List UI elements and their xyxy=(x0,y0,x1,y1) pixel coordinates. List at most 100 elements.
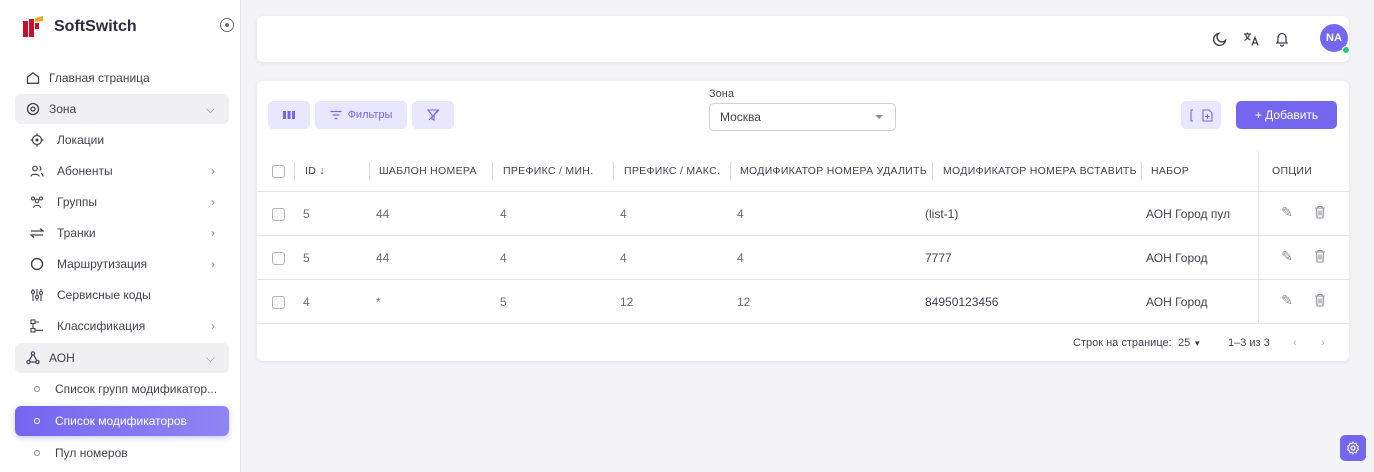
theme-toggle-icon[interactable] xyxy=(1211,30,1229,48)
add-button-label: + Добавить xyxy=(1254,108,1319,122)
hierarchy-icon xyxy=(29,318,45,334)
prev-page-icon[interactable]: ‹ xyxy=(1293,337,1297,349)
edit-icon[interactable]: ✎ xyxy=(1279,248,1295,264)
cell-modifier-delete: 12 xyxy=(737,295,751,309)
edit-icon[interactable]: ✎ xyxy=(1279,204,1295,220)
sidebar-item-subscribers[interactable]: Абоненты › xyxy=(15,156,229,186)
sidebar-item-label: Группы xyxy=(57,195,97,209)
sidebar-item-home[interactable]: Главная страница xyxy=(15,63,229,93)
import-button[interactable] xyxy=(1193,101,1221,129)
softswitch-logo-icon xyxy=(23,16,43,37)
sidebar-item-routing[interactable]: Маршрутизация › xyxy=(15,249,229,279)
edit-icon[interactable]: ✎ xyxy=(1279,292,1295,308)
sliders-icon xyxy=(29,287,45,303)
filters-button[interactable]: Фильтры xyxy=(315,101,407,129)
sidebar-item-label: Локации xyxy=(57,133,105,147)
cell-modifier-insert: 7777 xyxy=(925,251,952,265)
cell-template: 44 xyxy=(376,207,390,221)
cell-id: 4 xyxy=(303,295,310,309)
column-header-template[interactable]: ШАБЛОН НОМЕРА xyxy=(379,165,477,177)
rows-per-page-label: Строк на странице: xyxy=(1073,337,1172,349)
sidebar-item-service-codes[interactable]: Сервисные коды xyxy=(15,280,229,310)
zone-select[interactable]: Москва xyxy=(709,103,896,131)
trash-icon[interactable] xyxy=(1312,248,1328,264)
cell-modifier-delete: 4 xyxy=(737,251,744,265)
options-column-divider xyxy=(1258,236,1259,279)
cell-template: * xyxy=(376,295,381,309)
filters-label: Фильтры xyxy=(347,109,393,121)
table-row[interactable]: 5 44 4 4 4 (list-1) АОН Город пул ✎ xyxy=(257,192,1349,236)
cell-prefix-max: 4 xyxy=(620,207,627,221)
column-header-options: ОПЦИИ xyxy=(1272,165,1313,177)
sidebar-item-label: Список групп модификатор... xyxy=(55,382,218,396)
sidebar-item-trunks[interactable]: Транки › xyxy=(15,218,229,248)
cell-modifier-delete: 4 xyxy=(737,207,744,221)
sidebar-item-locations[interactable]: Локации xyxy=(15,125,229,155)
cell-id: 5 xyxy=(303,251,310,265)
row-checkbox[interactable] xyxy=(272,296,285,309)
clear-filters-button[interactable] xyxy=(412,101,454,129)
cell-id: 5 xyxy=(303,207,310,221)
column-header-modifier-delete[interactable]: МОДИФИКАТОР НОМЕРА УДАЛИТЬ xyxy=(740,165,927,177)
column-separator xyxy=(613,162,614,180)
add-button[interactable]: + Добавить xyxy=(1236,101,1337,129)
location-pin-icon xyxy=(25,101,41,117)
bell-icon[interactable] xyxy=(1273,30,1291,48)
cell-prefix-min: 4 xyxy=(500,251,507,265)
settings-gear-icon[interactable] xyxy=(1340,435,1366,461)
columns-button[interactable] xyxy=(268,101,310,129)
row-checkbox[interactable] xyxy=(272,252,285,265)
brand[interactable]: SoftSwitch xyxy=(22,14,137,40)
options-column-divider xyxy=(1258,192,1259,235)
cell-prefix-min: 4 xyxy=(500,207,507,221)
rows-per-page-value: 25 xyxy=(1178,337,1191,349)
next-page-icon[interactable]: › xyxy=(1321,337,1325,349)
home-icon xyxy=(25,70,41,86)
column-header-set[interactable]: НАБОР xyxy=(1151,165,1189,177)
column-header-prefix-max[interactable]: ПРЕФИКС / МАКС. xyxy=(624,165,720,177)
sidebar-item-zone[interactable]: Зона ⌵ xyxy=(15,94,229,124)
pagination: Строк на странице: 25 ▼ 1–3 из 3 ‹ › xyxy=(257,324,1349,361)
sidebar-item-label: Классификация xyxy=(57,319,146,333)
table-row[interactable]: 5 44 4 4 4 7777 АОН Город ✎ xyxy=(257,236,1349,280)
sort-arrow-down-icon: ↓ xyxy=(319,165,325,177)
pagination-range: 1–3 из 3 xyxy=(1228,337,1270,349)
select-all-checkbox[interactable] xyxy=(272,165,285,178)
column-separator xyxy=(1141,162,1142,180)
brand-name: SoftSwitch xyxy=(54,18,137,35)
rows-per-page-select[interactable]: 25 ▼ xyxy=(1178,337,1201,349)
cell-set: АОН Город пул xyxy=(1146,207,1231,221)
online-status-dot xyxy=(1342,46,1350,54)
bullet-icon xyxy=(29,413,45,429)
file-plus-icon xyxy=(1201,108,1213,122)
translate-icon[interactable] xyxy=(1242,30,1260,48)
trash-icon[interactable] xyxy=(1312,204,1328,220)
sidebar-item-label: Маршрутизация xyxy=(57,257,148,271)
caret-down-icon xyxy=(875,115,883,119)
sidebar-item-groups[interactable]: Группы › xyxy=(15,187,229,217)
chevron-right-icon: › xyxy=(211,195,215,209)
sidebar-collapse-icon[interactable] xyxy=(220,18,234,32)
trash-icon[interactable] xyxy=(1312,292,1328,308)
column-header-modifier-insert[interactable]: МОДИФИКАТОР НОМЕРА ВСТАВИТЬ xyxy=(943,165,1137,177)
sidebar-item-modifier-groups[interactable]: Список групп модификатор... xyxy=(15,374,229,404)
sidebar-item-number-pool[interactable]: Пул номеров xyxy=(15,438,229,468)
zone-select-value: Москва xyxy=(720,110,761,124)
table-row[interactable]: 4 * 5 12 12 84950123456 АОН Город ✎ xyxy=(257,280,1349,324)
sidebar: SoftSwitch Главная страница Зона ⌵ Локац… xyxy=(0,0,241,472)
cell-prefix-min: 5 xyxy=(500,295,507,309)
column-separator xyxy=(492,162,493,180)
sidebar-item-aon[interactable]: АОН ⌵ xyxy=(15,343,229,373)
users-icon xyxy=(29,163,45,179)
column-separator xyxy=(932,162,933,180)
column-header-id[interactable]: ID ↓ xyxy=(305,165,325,177)
column-header-prefix-min[interactable]: ПРЕФИКС / МИН. xyxy=(503,165,593,177)
sidebar-item-classification[interactable]: Классификация › xyxy=(15,311,229,341)
row-checkbox[interactable] xyxy=(272,208,285,221)
sidebar-item-label: Список модификаторов xyxy=(55,414,187,428)
sidebar-item-modifiers[interactable]: Список модификаторов xyxy=(15,406,229,436)
column-separator xyxy=(294,162,295,180)
chevron-down-icon: ⌵ xyxy=(205,101,215,116)
avatar-initials: NA xyxy=(1326,32,1342,44)
column-separator xyxy=(730,162,731,180)
